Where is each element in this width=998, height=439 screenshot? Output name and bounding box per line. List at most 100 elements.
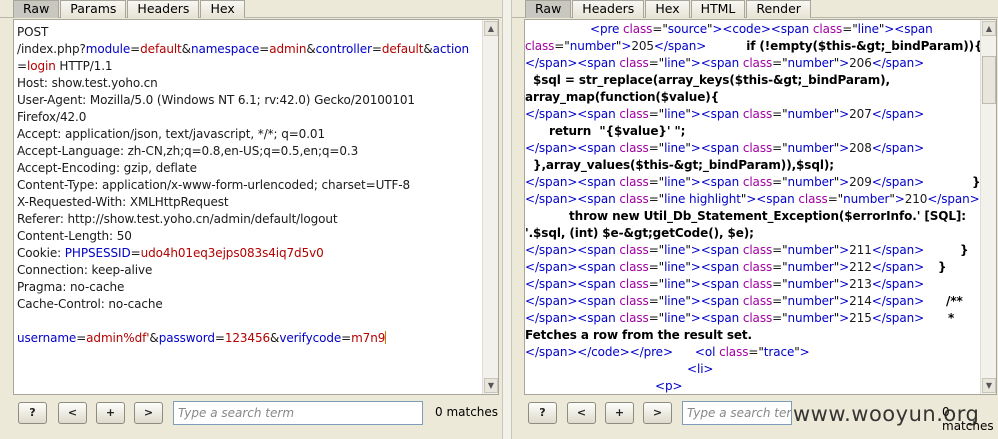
attr-value: number [569,39,616,53]
body-param-name: verifycode [279,331,342,345]
code-line: </span><span class="line"><span class="n… [525,277,925,291]
scroll-down-arrow-icon[interactable]: ▼ [982,378,996,393]
code-text: },array_values($this-&gt;_bindParam)),$s… [533,158,834,172]
header-line: Content-Type: application/x-www-form-url… [17,178,411,192]
add-button[interactable]: + [605,402,634,424]
cookie-value: udo4h01eq3ejps083s4iq7d5v0 [140,246,324,260]
tab-headers[interactable]: Headers [127,0,200,18]
request-pane: Raw Params Headers Hex POST /index.php?m… [0,0,502,439]
code-line: },array_values($this-&gt;_bindParam)),$s… [525,157,982,174]
search-input[interactable]: Type a search term [682,401,792,425]
tab-html[interactable]: HTML [690,0,746,18]
body-param-name: username [17,331,77,345]
watermark: www.wooyun.org [793,402,980,426]
param-value: login [26,59,56,73]
param-value: default [381,42,424,56]
tab-params[interactable]: Params [60,0,127,18]
help-button[interactable]: ? [528,402,557,424]
tab-headers[interactable]: Headers [572,0,645,18]
scroll-thumb[interactable] [982,56,996,104]
attr-value: source [667,22,707,36]
line-number: 206 [849,56,872,70]
attr-value: number [787,311,834,325]
header-line: Accept-Encoding: gzip, deflate [17,161,197,175]
code-text: '.$sql, (int) $e-&gt;getCode(), $e); [525,226,754,240]
previous-button[interactable]: < [567,402,596,424]
param-name: action [432,42,469,56]
response-code: <pre class="source"><code><span class="l… [525,21,983,394]
attr-value: line highlight [664,192,741,206]
header-line: Content-Length: 50 [17,229,132,243]
next-button[interactable]: > [134,402,163,424]
request-body: username=admin%df'&password=123456&verif… [17,331,387,345]
request-line-cont: =login HTTP/1.1 [17,59,113,73]
add-button[interactable]: + [96,402,125,424]
line-number: 214 [849,294,872,308]
response-editor[interactable]: <pre class="source"><code><span class="l… [524,19,997,395]
attr-value: number [787,294,834,308]
code-line: $sql = str_replace(array_keys($this-&gt;… [525,72,982,89]
line-number: 215 [849,311,872,325]
cookie-name: PHPSESSID [64,246,131,260]
header-line: Cache-Control: no-cache [17,297,163,311]
code-line: '.$sql, (int) $e-&gt;getCode(), $e); [525,225,982,242]
code-line: </span><span class="line highlight"><spa… [525,192,980,206]
previous-button[interactable]: < [58,402,87,424]
match-count: 0 matches [435,405,499,419]
tab-raw[interactable]: Raw [525,0,572,18]
tab-raw[interactable]: Raw [13,0,60,18]
response-scrollbar[interactable]: ▲ ▼ [980,20,996,394]
code-line: <li> [687,362,714,376]
response-pane: Raw Headers Hex HTML Render <pre class="… [512,0,998,439]
request-scrollbar[interactable]: ▲ ▼ [482,20,498,394]
attr-value: number [787,56,834,70]
param-name: namespace [190,42,260,56]
scroll-down-arrow-icon[interactable]: ▼ [484,378,498,393]
next-button[interactable]: > [643,402,672,424]
code-text: array_map(function($value){ [525,90,720,104]
code-line: </span><span class="line"><span class="n… [525,260,947,274]
code-line: </span><span class="line"><span class="n… [525,141,925,155]
header-line: Connection: keep-alive [17,263,153,277]
code-line: </span></code></pre> <ol class="trace"> [525,345,810,359]
request-path: /index.php? [17,42,86,56]
scroll-up-arrow-icon[interactable]: ▲ [484,21,498,36]
code-text: return "{$value}' "; [549,124,686,138]
request-line: /index.php?module=default&namespace=admi… [17,42,469,56]
line-number: 208 [849,141,872,155]
line-number: 209 [849,175,872,189]
param-value: default [140,42,182,56]
help-button[interactable]: ? [18,402,47,424]
tab-hex[interactable]: Hex [200,0,245,18]
cookie-label: Cookie: [17,246,65,260]
request-method: POST [17,25,49,39]
attr-value: line [664,141,686,155]
attr-value: number [787,141,834,155]
attr-value: line [664,260,686,274]
body-param-name: password [158,331,215,345]
code-line: </span><span class="line"><span class="n… [525,56,925,70]
tab-render[interactable]: Render [746,0,811,18]
header-line: Host: show.test.yoho.cn [17,76,158,90]
code-line: return "{$value}' "; [525,123,982,140]
text-cursor [385,331,387,344]
pane-splitter[interactable] [502,0,512,439]
attr-value: line [664,107,686,121]
attr-value: line [664,56,686,70]
tab-hex[interactable]: Hex [645,0,690,18]
code-text: } [960,243,969,257]
attr-value: number [787,175,834,189]
request-editor[interactable]: POST /index.php?module=default&namespace… [13,19,499,395]
scroll-up-arrow-icon[interactable]: ▲ [982,21,996,36]
attr-value: number [843,192,890,206]
attr-value: number [787,243,834,257]
attr-value: line [664,311,686,325]
code-line: </span><span class="line"><span class="n… [525,311,955,325]
search-input[interactable]: Type a search term [173,401,423,425]
code-text: throw new Util_Db_Statement_Exception($e… [569,209,967,223]
code-text: * [948,311,955,325]
param-name: module [85,42,131,56]
code-line: <p> [655,379,683,393]
header-line: Firefox/42.0 [17,110,87,124]
